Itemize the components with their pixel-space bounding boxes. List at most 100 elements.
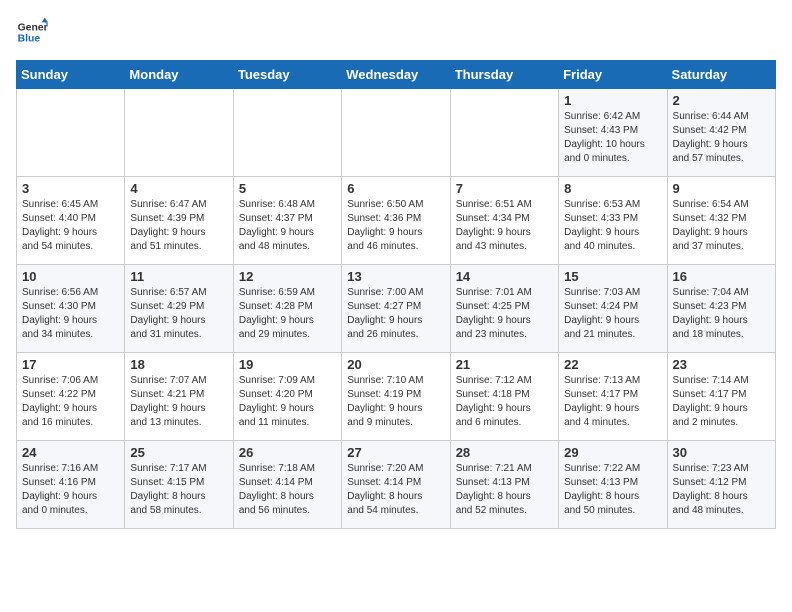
- day-number: 17: [22, 357, 119, 372]
- calendar-cell: 21 Sunrise: 7:12 AM Sunset: 4:18 PM Dayli…: [450, 353, 558, 441]
- calendar-cell: 1 Sunrise: 6:42 AM Sunset: 4:43 PM Daylig…: [559, 89, 667, 177]
- day-number: 19: [239, 357, 336, 372]
- day-number: 25: [130, 445, 227, 460]
- day-info: Sunrise: 7:16 AM Sunset: 4:16 PM Dayligh…: [22, 462, 119, 518]
- day-info: Sunrise: 6:44 AM Sunset: 4:42 PM Dayligh…: [673, 110, 770, 166]
- logo: General Blue: [16, 16, 48, 48]
- day-number: 22: [564, 357, 661, 372]
- calendar-cell: 2 Sunrise: 6:44 AM Sunset: 4:42 PM Daylig…: [667, 89, 775, 177]
- calendar-cell: 29 Sunrise: 7:22 AM Sunset: 4:13 PM Dayli…: [559, 441, 667, 529]
- day-info: Sunrise: 6:48 AM Sunset: 4:37 PM Dayligh…: [239, 198, 336, 254]
- calendar-table: SundayMondayTuesdayWednesdayThursdayFrid…: [16, 60, 776, 529]
- day-number: 3: [22, 181, 119, 196]
- day-number: 11: [130, 269, 227, 284]
- calendar-cell: 6 Sunrise: 6:50 AM Sunset: 4:36 PM Daylig…: [342, 177, 450, 265]
- day-info: Sunrise: 6:47 AM Sunset: 4:39 PM Dayligh…: [130, 198, 227, 254]
- calendar-cell: 23 Sunrise: 7:14 AM Sunset: 4:17 PM Dayli…: [667, 353, 775, 441]
- day-info: Sunrise: 7:20 AM Sunset: 4:14 PM Dayligh…: [347, 462, 444, 518]
- day-number: 15: [564, 269, 661, 284]
- calendar-week-3: 10Sunrise: 6:56 AM Sunset: 4:30 PM Dayli…: [17, 265, 776, 353]
- day-info: Sunrise: 7:00 AM Sunset: 4:27 PM Dayligh…: [347, 286, 444, 342]
- calendar-cell: [342, 89, 450, 177]
- weekday-header-monday: Monday: [125, 61, 233, 89]
- day-number: 9: [673, 181, 770, 196]
- calendar-cell: 14 Sunrise: 7:01 AM Sunset: 4:25 PM Dayli…: [450, 265, 558, 353]
- day-number: 29: [564, 445, 661, 460]
- calendar-cell: [450, 89, 558, 177]
- day-number: 21: [456, 357, 553, 372]
- weekday-header-sunday: Sunday: [17, 61, 125, 89]
- day-info: Sunrise: 7:23 AM Sunset: 4:12 PM Dayligh…: [673, 462, 770, 518]
- calendar-cell: [17, 89, 125, 177]
- calendar-cell: 10Sunrise: 6:56 AM Sunset: 4:30 PM Dayli…: [17, 265, 125, 353]
- calendar-cell: 7 Sunrise: 6:51 AM Sunset: 4:34 PM Daylig…: [450, 177, 558, 265]
- calendar-week-1: 1 Sunrise: 6:42 AM Sunset: 4:43 PM Daylig…: [17, 89, 776, 177]
- calendar-cell: 17Sunrise: 7:06 AM Sunset: 4:22 PM Dayli…: [17, 353, 125, 441]
- calendar-cell: 4 Sunrise: 6:47 AM Sunset: 4:39 PM Daylig…: [125, 177, 233, 265]
- day-info: Sunrise: 7:01 AM Sunset: 4:25 PM Dayligh…: [456, 286, 553, 342]
- page-header: General Blue: [16, 16, 776, 48]
- day-info: Sunrise: 7:03 AM Sunset: 4:24 PM Dayligh…: [564, 286, 661, 342]
- day-number: 30: [673, 445, 770, 460]
- weekday-header-saturday: Saturday: [667, 61, 775, 89]
- calendar-week-4: 17Sunrise: 7:06 AM Sunset: 4:22 PM Dayli…: [17, 353, 776, 441]
- calendar-week-2: 3Sunrise: 6:45 AM Sunset: 4:40 PM Daylig…: [17, 177, 776, 265]
- day-info: Sunrise: 6:51 AM Sunset: 4:34 PM Dayligh…: [456, 198, 553, 254]
- calendar-week-5: 24 Sunrise: 7:16 AM Sunset: 4:16 PM Dayli…: [17, 441, 776, 529]
- calendar-cell: 22 Sunrise: 7:13 AM Sunset: 4:17 PM Dayli…: [559, 353, 667, 441]
- day-info: Sunrise: 6:42 AM Sunset: 4:43 PM Dayligh…: [564, 110, 661, 166]
- calendar-cell: 30 Sunrise: 7:23 AM Sunset: 4:12 PM Dayli…: [667, 441, 775, 529]
- day-number: 13: [347, 269, 444, 284]
- day-number: 18: [130, 357, 227, 372]
- day-number: 6: [347, 181, 444, 196]
- calendar-cell: 11Sunrise: 6:57 AM Sunset: 4:29 PM Dayli…: [125, 265, 233, 353]
- calendar-cell: 26 Sunrise: 7:18 AM Sunset: 4:14 PM Dayli…: [233, 441, 341, 529]
- calendar-cell: 25 Sunrise: 7:17 AM Sunset: 4:15 PM Dayli…: [125, 441, 233, 529]
- day-number: 7: [456, 181, 553, 196]
- day-number: 27: [347, 445, 444, 460]
- day-number: 24: [22, 445, 119, 460]
- day-info: Sunrise: 7:04 AM Sunset: 4:23 PM Dayligh…: [673, 286, 770, 342]
- calendar-cell: 12 Sunrise: 6:59 AM Sunset: 4:28 PM Dayli…: [233, 265, 341, 353]
- calendar-cell: 24 Sunrise: 7:16 AM Sunset: 4:16 PM Dayli…: [17, 441, 125, 529]
- day-number: 10: [22, 269, 119, 284]
- day-number: 20: [347, 357, 444, 372]
- day-info: Sunrise: 6:53 AM Sunset: 4:33 PM Dayligh…: [564, 198, 661, 254]
- day-info: Sunrise: 7:12 AM Sunset: 4:18 PM Dayligh…: [456, 374, 553, 430]
- day-info: Sunrise: 6:54 AM Sunset: 4:32 PM Dayligh…: [673, 198, 770, 254]
- day-number: 14: [456, 269, 553, 284]
- day-number: 12: [239, 269, 336, 284]
- day-info: Sunrise: 7:10 AM Sunset: 4:19 PM Dayligh…: [347, 374, 444, 430]
- day-info: Sunrise: 7:14 AM Sunset: 4:17 PM Dayligh…: [673, 374, 770, 430]
- calendar-cell: 20 Sunrise: 7:10 AM Sunset: 4:19 PM Dayli…: [342, 353, 450, 441]
- weekday-header-friday: Friday: [559, 61, 667, 89]
- calendar-cell: 18Sunrise: 7:07 AM Sunset: 4:21 PM Dayli…: [125, 353, 233, 441]
- day-number: 4: [130, 181, 227, 196]
- day-number: 1: [564, 93, 661, 108]
- calendar-cell: [125, 89, 233, 177]
- day-info: Sunrise: 7:13 AM Sunset: 4:17 PM Dayligh…: [564, 374, 661, 430]
- day-info: Sunrise: 7:22 AM Sunset: 4:13 PM Dayligh…: [564, 462, 661, 518]
- day-info: Sunrise: 7:17 AM Sunset: 4:15 PM Dayligh…: [130, 462, 227, 518]
- weekday-header-tuesday: Tuesday: [233, 61, 341, 89]
- day-info: Sunrise: 6:50 AM Sunset: 4:36 PM Dayligh…: [347, 198, 444, 254]
- weekday-header-thursday: Thursday: [450, 61, 558, 89]
- day-info: Sunrise: 7:09 AM Sunset: 4:20 PM Dayligh…: [239, 374, 336, 430]
- day-number: 2: [673, 93, 770, 108]
- calendar-cell: 9 Sunrise: 6:54 AM Sunset: 4:32 PM Daylig…: [667, 177, 775, 265]
- svg-text:General: General: [18, 22, 48, 33]
- day-number: 5: [239, 181, 336, 196]
- svg-text:Blue: Blue: [18, 34, 41, 45]
- calendar-cell: 5 Sunrise: 6:48 AM Sunset: 4:37 PM Daylig…: [233, 177, 341, 265]
- calendar-cell: 27 Sunrise: 7:20 AM Sunset: 4:14 PM Dayli…: [342, 441, 450, 529]
- day-number: 16: [673, 269, 770, 284]
- day-number: 23: [673, 357, 770, 372]
- calendar-cell: 3Sunrise: 6:45 AM Sunset: 4:40 PM Daylig…: [17, 177, 125, 265]
- day-info: Sunrise: 7:18 AM Sunset: 4:14 PM Dayligh…: [239, 462, 336, 518]
- day-info: Sunrise: 6:59 AM Sunset: 4:28 PM Dayligh…: [239, 286, 336, 342]
- calendar-cell: 13 Sunrise: 7:00 AM Sunset: 4:27 PM Dayli…: [342, 265, 450, 353]
- logo-icon: General Blue: [16, 16, 48, 48]
- weekday-header-row: SundayMondayTuesdayWednesdayThursdayFrid…: [17, 61, 776, 89]
- calendar-cell: 8Sunrise: 6:53 AM Sunset: 4:33 PM Daylig…: [559, 177, 667, 265]
- day-number: 26: [239, 445, 336, 460]
